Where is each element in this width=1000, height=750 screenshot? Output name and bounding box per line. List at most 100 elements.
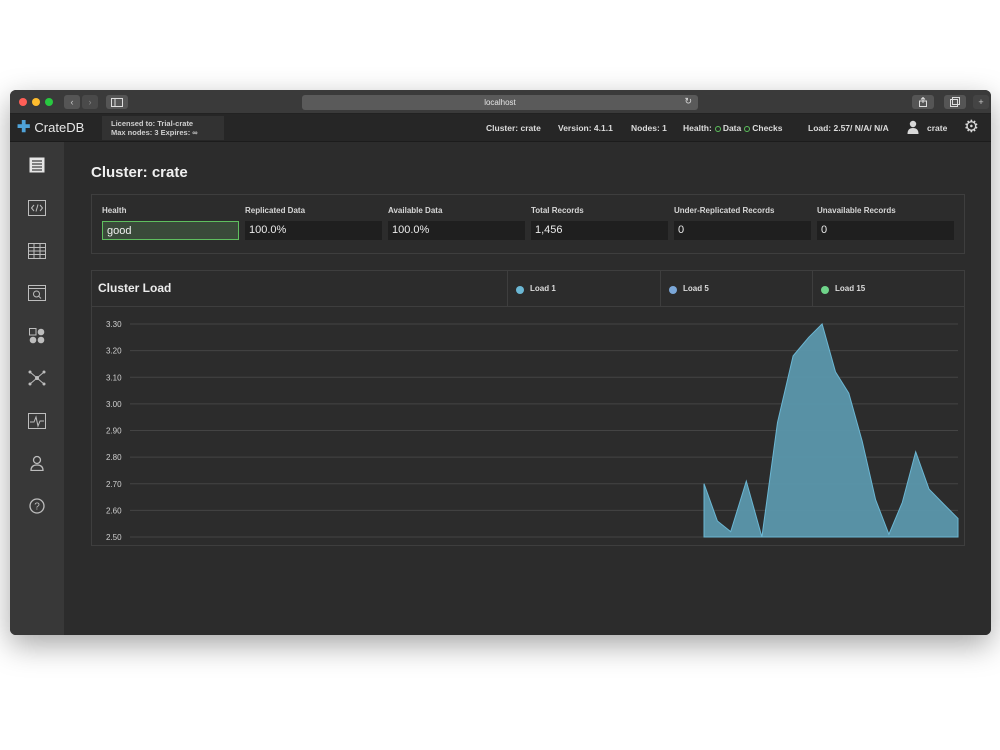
cratedb-logo[interactable]: ✚ CrateDB	[17, 118, 85, 136]
address-text: localhost	[484, 98, 516, 107]
license-info: Licensed to: Trial-crate Max nodes: 3 Ex…	[102, 116, 224, 140]
stat-label: Health	[102, 206, 127, 215]
share-button[interactable]	[912, 95, 934, 109]
close-window-button[interactable]	[19, 98, 27, 106]
header-health: Health: Data Checks	[683, 123, 783, 133]
sidebar: ?	[10, 142, 64, 635]
code-icon	[28, 200, 46, 216]
sidebar-item-monitoring[interactable]	[27, 411, 47, 431]
y-tick-label: 3.30	[106, 320, 122, 329]
address-bar[interactable]: localhost ↻	[302, 95, 698, 110]
sidebar-item-overview[interactable]	[27, 155, 47, 175]
y-tick-label: 2.90	[106, 427, 122, 436]
y-tick-label: 2.70	[106, 480, 122, 489]
reload-icon[interactable]: ↻	[684, 96, 692, 107]
stat-replicated-data: Replicated Data 100.0%	[245, 206, 382, 240]
stat-label: Under-Replicated Records	[674, 206, 775, 215]
back-button[interactable]: ‹	[64, 95, 80, 109]
chevron-left-icon: ‹	[70, 97, 74, 107]
header-cluster: Cluster: crate	[486, 123, 541, 133]
license-line-1: Licensed to: Trial-crate	[111, 119, 194, 128]
cluster-load-title: Cluster Load	[98, 281, 172, 295]
header-load: Load: 2.57/ N/A/ N/A	[808, 123, 889, 133]
minimize-window-button[interactable]	[32, 98, 40, 106]
sidebar-item-tables[interactable]	[27, 241, 47, 261]
header-nodes: Nodes: 1	[631, 123, 667, 133]
health-data: Data	[722, 123, 742, 133]
stat-health: Health good	[102, 206, 239, 240]
cluster-stats-panel: Health good Replicated Data 100.0% Avail…	[91, 194, 965, 254]
stat-value: 0	[674, 221, 811, 240]
stat-label: Available Data	[388, 206, 443, 215]
network-icon	[28, 370, 46, 386]
health-checks[interactable]: Checks	[752, 123, 782, 133]
browser-window: ‹ › localhost ↻ + ✚ CrateDB Licensed to:…	[10, 90, 991, 635]
health-label: Health:	[683, 123, 712, 133]
maximize-window-button[interactable]	[45, 98, 53, 106]
legend-label: Load 5	[683, 284, 709, 293]
stat-value: good	[102, 221, 239, 240]
crate-logo-icon: ✚	[17, 118, 31, 136]
data-status-icon	[714, 126, 721, 132]
browser-toolbar: ‹ › localhost ↻ +	[10, 90, 991, 114]
header-user[interactable]: crate	[927, 123, 947, 133]
sidebar-icon	[111, 97, 123, 107]
y-tick-label: 3.20	[106, 347, 122, 356]
checks-status-icon	[744, 126, 751, 132]
stat-label: Replicated Data	[245, 206, 306, 215]
sidebar-toggle-button[interactable]	[106, 95, 128, 109]
sidebar-item-help[interactable]: ?	[27, 496, 47, 516]
app-header: ✚ CrateDB Licensed to: Trial-crate Max n…	[10, 114, 991, 142]
legend-label: Load 1	[530, 284, 556, 293]
stat-value: 100.0%	[245, 221, 382, 240]
shards-icon	[29, 328, 45, 344]
cluster-load-panel: Cluster Load Load 1 Load 5 Load 15 3.30 3…	[91, 270, 965, 546]
legend-load-15[interactable]: Load 15	[812, 271, 964, 307]
stat-under-replicated-records: Under-Replicated Records 0	[674, 206, 811, 240]
sidebar-item-users[interactable]	[27, 453, 47, 473]
new-tab-button[interactable]: +	[973, 95, 989, 109]
plus-icon: +	[978, 97, 984, 107]
legend-dot-load-1	[516, 286, 524, 294]
y-tick-label: 2.80	[106, 453, 122, 462]
cluster-load-chart: 3.30 3.20 3.10 3.00 2.90 2.80 2.70 2.60 2.50	[106, 320, 959, 542]
y-tick-label: 3.00	[106, 400, 122, 409]
y-tick-label: 2.60	[106, 506, 122, 515]
stat-value: 1,456	[531, 221, 668, 240]
y-tick-label: 3.10	[106, 373, 122, 382]
y-tick-label: 2.50	[106, 533, 122, 542]
list-icon	[29, 157, 45, 173]
sidebar-item-cluster[interactable]	[27, 368, 47, 388]
chevron-right-icon: ›	[88, 97, 92, 107]
cluster-load-header: Cluster Load Load 1 Load 5 Load 15	[92, 271, 964, 307]
stat-value: 0	[817, 221, 954, 240]
legend-label: Load 15	[835, 284, 866, 293]
stat-available-data: Available Data 100.0%	[388, 206, 525, 240]
legend-dot-load-15	[821, 286, 829, 294]
help-icon: ?	[29, 498, 45, 514]
stat-unavailable-records: Unavailable Records 0	[817, 206, 954, 240]
sidebar-item-views[interactable]	[27, 283, 47, 303]
settings-gear-icon[interactable]: ⚙	[964, 118, 979, 136]
license-line-2: Max nodes: 3 Expires: ∞	[111, 128, 198, 137]
stat-label: Unavailable Records	[817, 206, 896, 215]
svg-text:?: ?	[34, 502, 40, 513]
legend-load-1[interactable]: Load 1	[507, 271, 660, 307]
header-version: Version: 4.1.1	[558, 123, 613, 133]
legend-load-5[interactable]: Load 5	[660, 271, 812, 307]
monitor-icon	[28, 413, 46, 429]
logo-text: CrateDB	[34, 120, 85, 135]
page-title: Cluster: crate	[91, 164, 188, 181]
legend-dot-load-5	[669, 286, 677, 294]
user-avatar-icon[interactable]	[907, 120, 919, 139]
sidebar-item-shards[interactable]	[27, 326, 47, 346]
share-icon	[919, 97, 927, 107]
tabs-icon	[950, 97, 960, 107]
forward-button[interactable]: ›	[82, 95, 98, 109]
stat-label: Total Records	[531, 206, 584, 215]
sidebar-item-console[interactable]	[27, 198, 47, 218]
tabs-button[interactable]	[944, 95, 966, 109]
table-icon	[28, 243, 46, 259]
stat-value: 100.0%	[388, 221, 525, 240]
stat-total-records: Total Records 1,456	[531, 206, 668, 240]
